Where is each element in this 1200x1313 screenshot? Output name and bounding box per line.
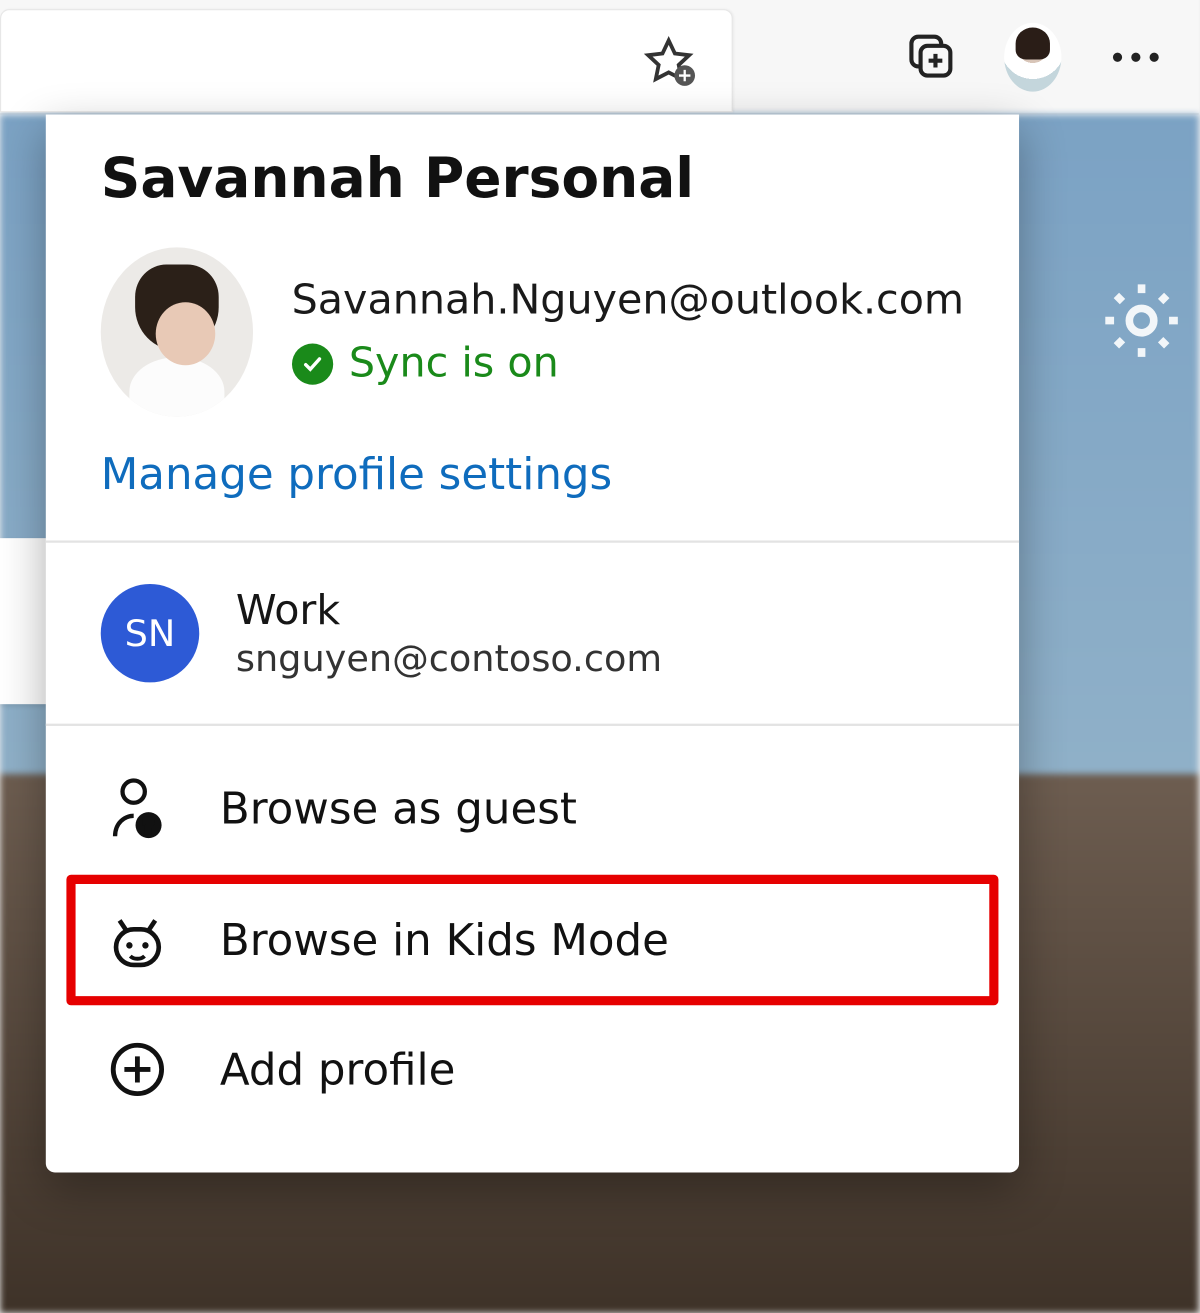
profile-flyout: Savannah Personal Savannah.Nguyen@outloo…	[46, 115, 1019, 1173]
profile-avatar-large	[101, 247, 253, 416]
browser-toolbar	[0, 0, 1199, 115]
action-label: Browse as guest	[220, 783, 577, 833]
avatar-icon	[1004, 22, 1061, 91]
profile-initials-badge: SN	[101, 584, 199, 682]
add-profile-item[interactable]: Add profile	[46, 1012, 1019, 1126]
other-profile-work[interactable]: SN Work snguyen@contoso.com	[46, 543, 1019, 724]
guest-person-icon: ?	[105, 776, 169, 840]
svg-text:?: ?	[143, 817, 154, 838]
browse-as-guest-item[interactable]: ? Browse as guest	[46, 749, 1019, 868]
kids-face-icon	[105, 907, 169, 973]
action-label: Add profile	[220, 1044, 456, 1094]
sync-status-text: Sync is on	[349, 340, 559, 387]
checkmark-circle-icon	[292, 343, 333, 384]
favorite-star-icon[interactable]	[640, 32, 697, 89]
profile-title: Savannah Personal	[46, 147, 1019, 223]
plus-circle-icon	[105, 1040, 169, 1100]
profile-email: Savannah.Nguyen@outlook.com	[292, 277, 964, 324]
sync-status[interactable]: Sync is on	[292, 340, 964, 387]
other-profile-name: Work	[236, 587, 662, 634]
settings-gear-icon[interactable]	[1096, 275, 1188, 371]
more-menu-button[interactable]	[1107, 28, 1164, 85]
collections-icon[interactable]	[901, 28, 958, 85]
manage-profile-settings-link[interactable]: Manage profile settings	[46, 417, 1019, 541]
current-profile-row: Savannah.Nguyen@outlook.com Sync is on	[46, 222, 1019, 417]
more-horizontal-icon	[1113, 52, 1159, 61]
profile-avatar-button[interactable]	[1004, 28, 1061, 85]
browse-kids-mode-item[interactable]: Browse in Kids Mode	[66, 875, 998, 1006]
action-label: Browse in Kids Mode	[220, 915, 669, 965]
address-bar[interactable]	[0, 9, 733, 112]
other-profile-email: snguyen@contoso.com	[236, 636, 662, 680]
